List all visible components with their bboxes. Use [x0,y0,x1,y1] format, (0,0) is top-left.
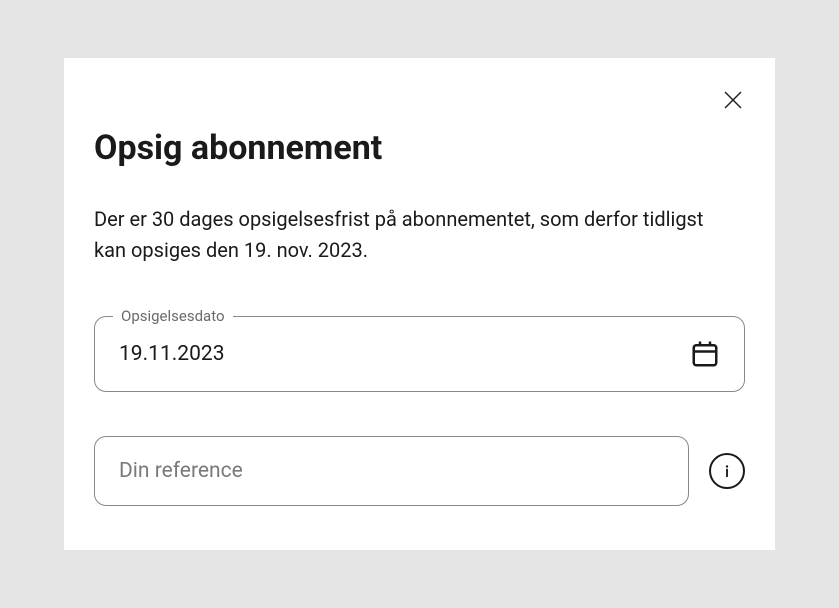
cancellation-date-field[interactable]: Opsigelsesdato [94,316,745,392]
modal-title: Opsig abonnement [94,128,745,168]
info-button[interactable] [709,453,745,489]
reference-field-row [94,436,745,506]
reference-field[interactable] [94,436,689,506]
cancellation-date-label: Opsigelsesdato [113,307,233,325]
cancellation-date-field-group: Opsigelsesdato [94,316,745,392]
modal-backdrop: Opsig abonnement Der er 30 dages opsigel… [20,20,819,588]
reference-input[interactable] [119,459,664,483]
info-icon [718,462,736,480]
close-button[interactable] [719,86,747,114]
cancellation-date-input[interactable] [119,342,690,366]
calendar-icon[interactable] [690,339,720,369]
modal-description: Der er 30 dages opsigelsesfrist på abonn… [94,204,734,266]
close-icon [721,88,745,112]
cancel-subscription-modal: Opsig abonnement Der er 30 dages opsigel… [64,58,775,550]
